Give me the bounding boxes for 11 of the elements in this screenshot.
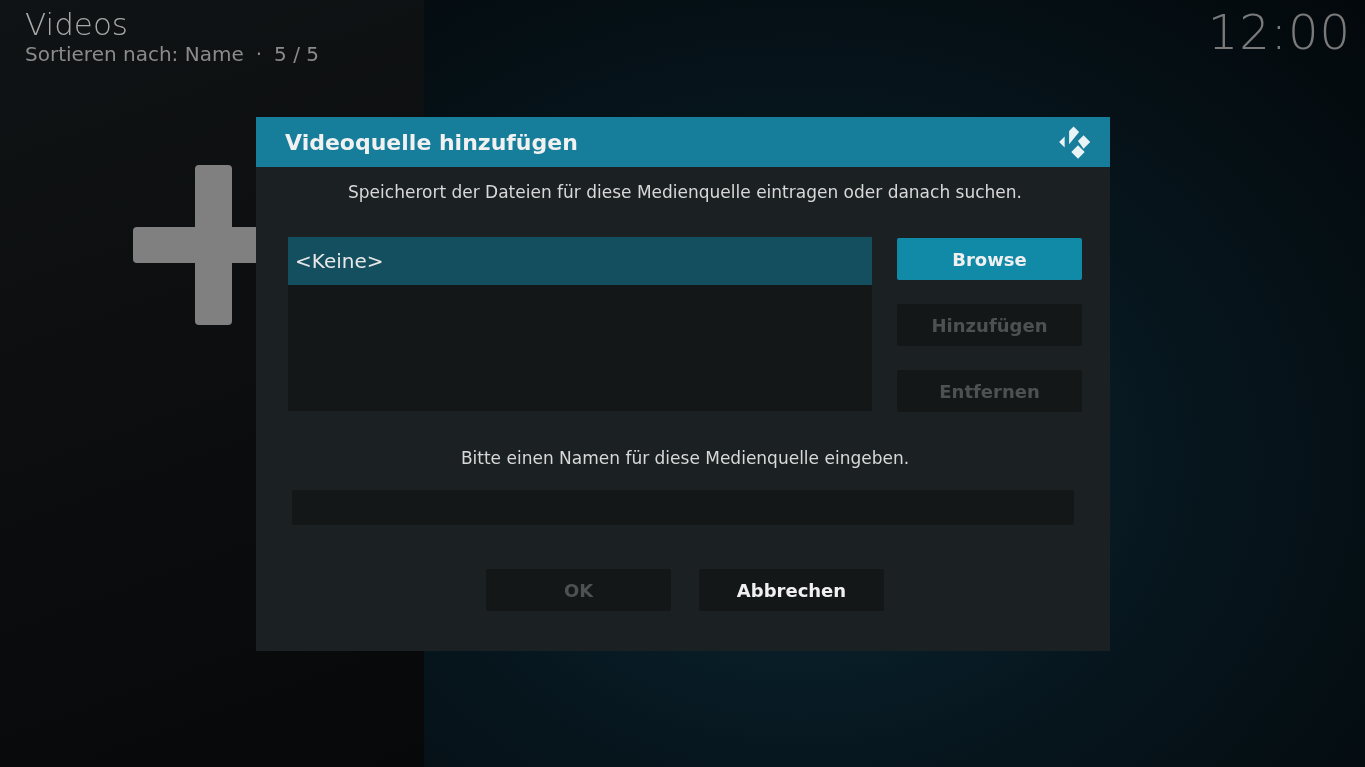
page-title: Videos bbox=[25, 6, 129, 42]
dialog-button[interactable]: Abbrechen bbox=[699, 569, 884, 611]
path-prompt: Speicherort der Dateien für diese Medienquelle eintragen oder danach suchen. bbox=[347, 181, 1023, 204]
separator-dot: · bbox=[255, 42, 263, 66]
dialog-title: Videoquelle hinzufügen bbox=[285, 129, 578, 155]
path-item[interactable]: <Keine> bbox=[288, 237, 872, 285]
sort-label: Sortieren nach: Name bbox=[25, 42, 244, 66]
clock: 12:00 bbox=[1207, 4, 1351, 60]
side-button[interactable]: Browse bbox=[897, 238, 1082, 280]
item-count: 5 / 5 bbox=[274, 42, 319, 66]
name-prompt: Bitte einen Namen für diese Medienquelle eingeben. bbox=[459, 447, 911, 470]
